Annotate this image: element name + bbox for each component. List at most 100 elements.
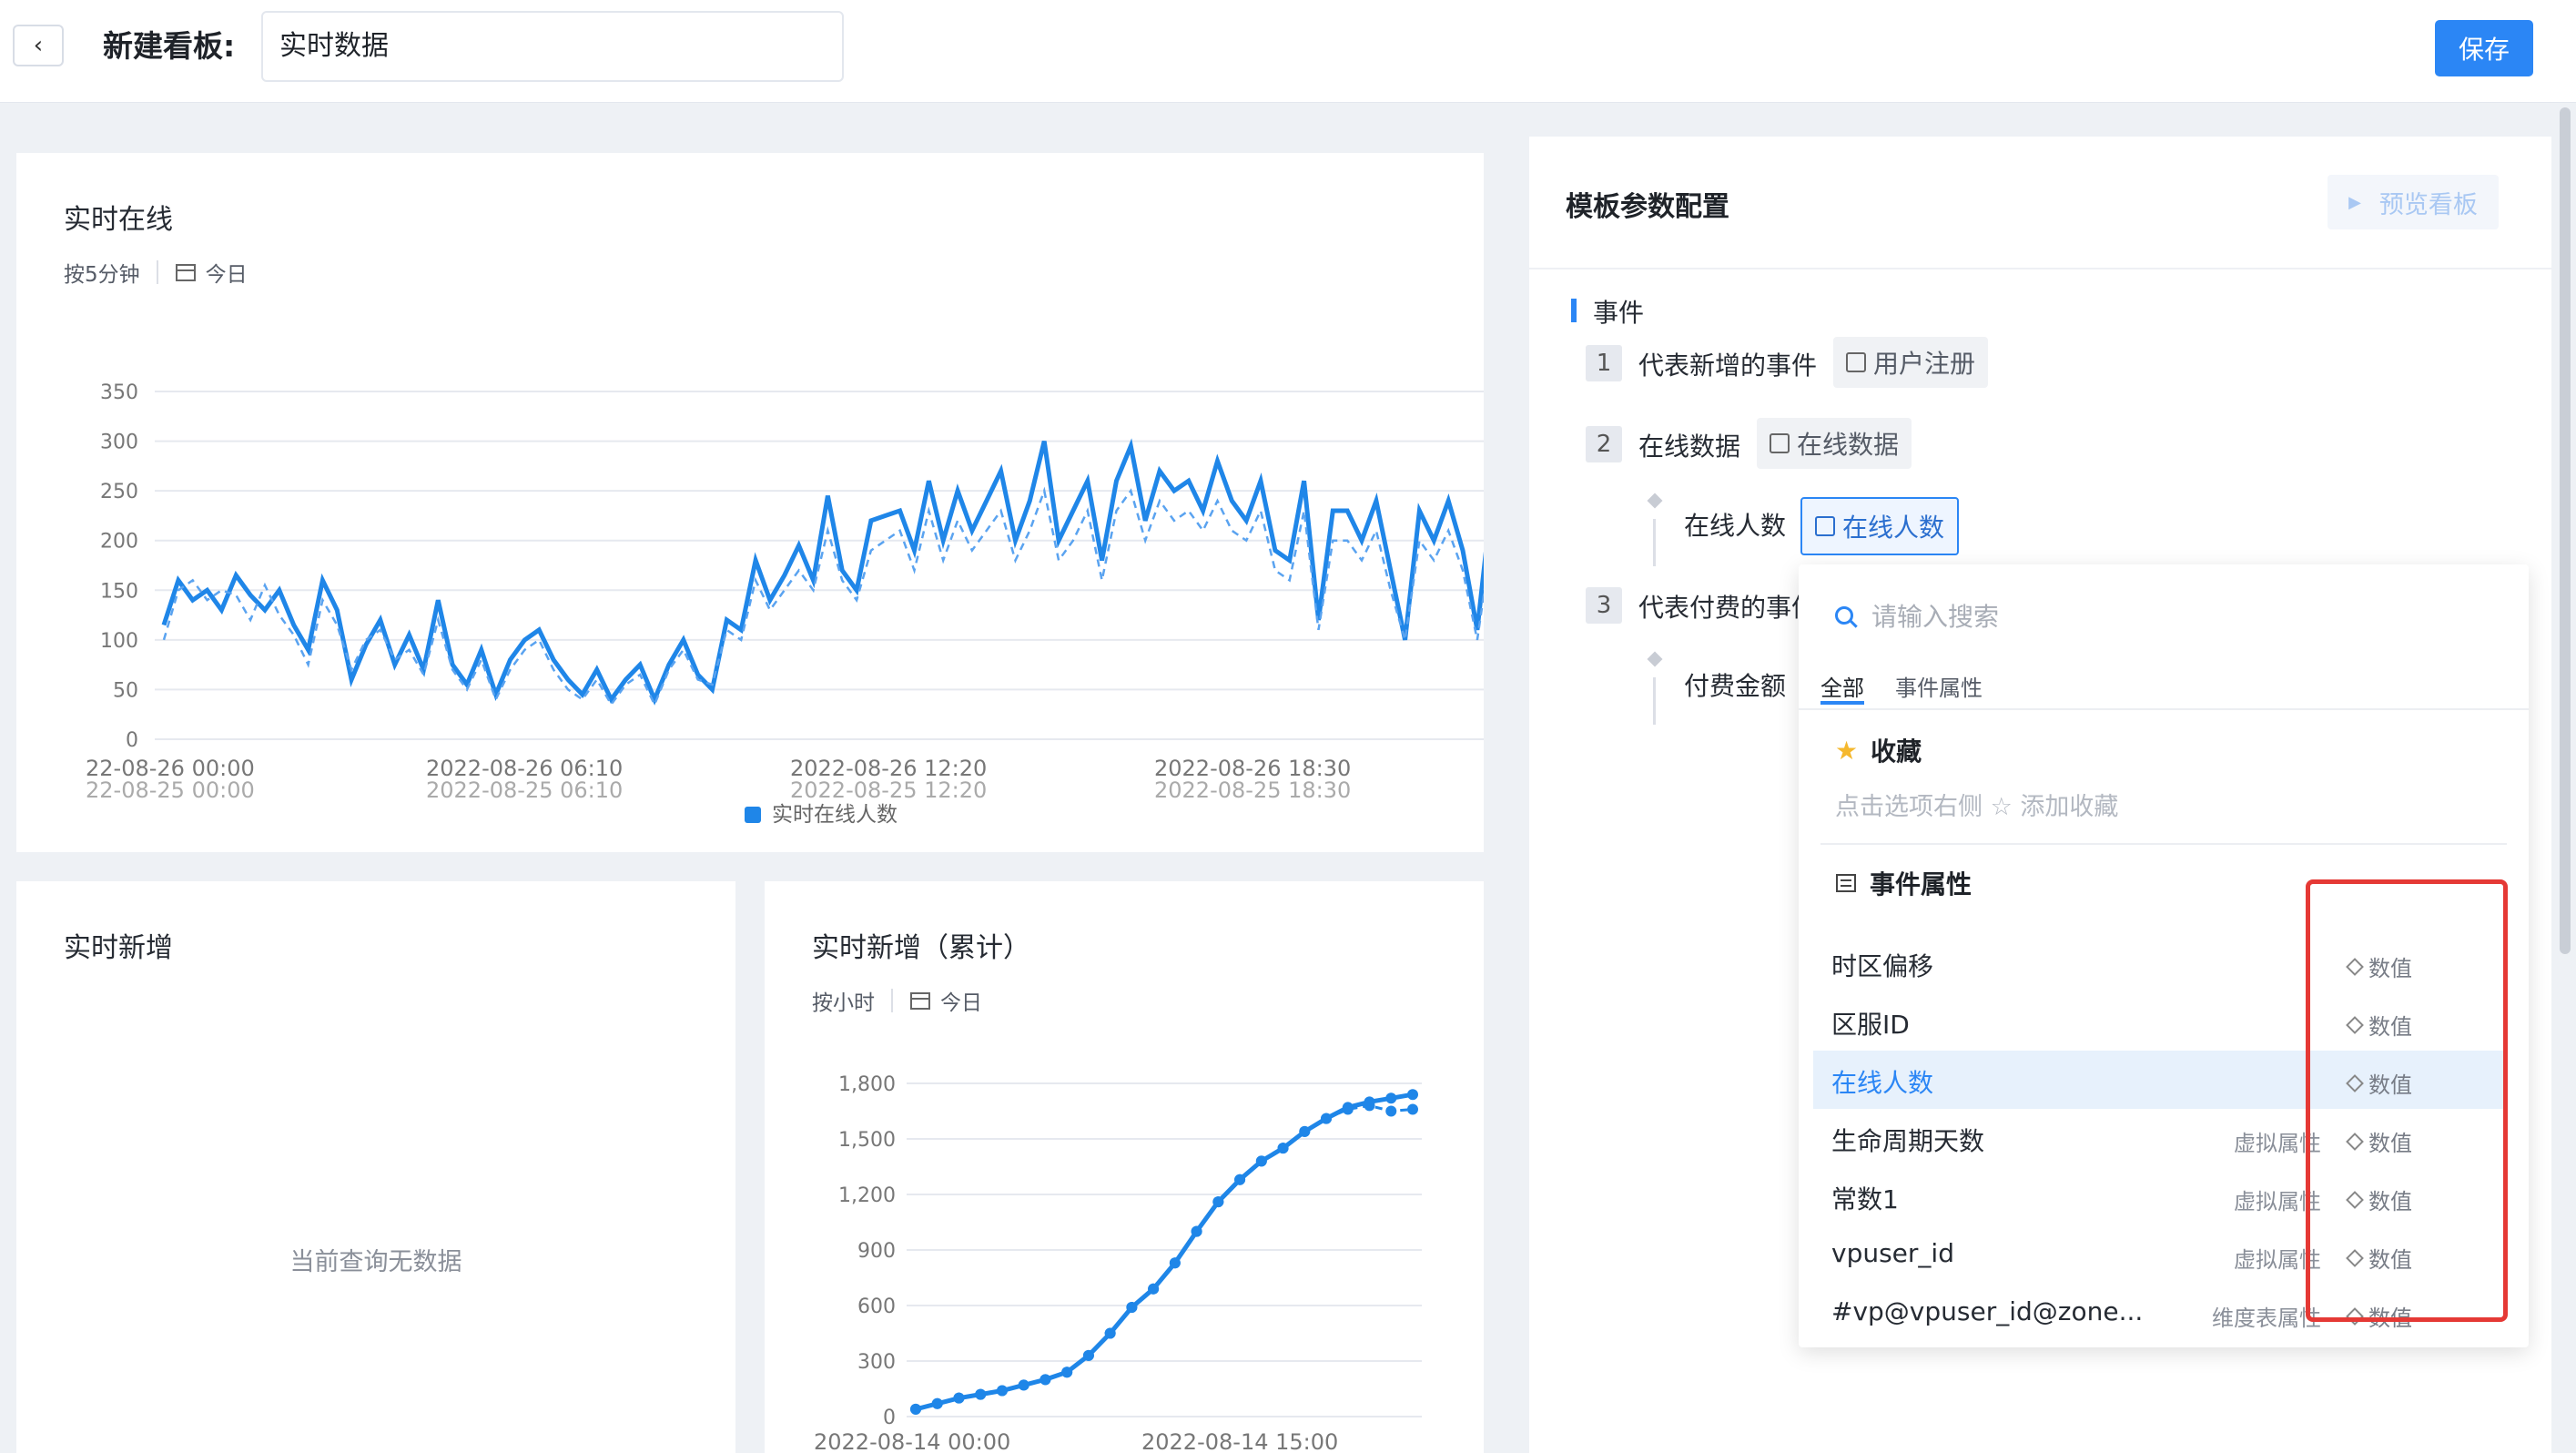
chart-card-cumulative: 实时新增（累计） 按小时 今日 1,800 1,500 1,200 900 600 300… — [765, 881, 1484, 1453]
tab-event-props[interactable]: 事件属性 — [1895, 670, 1983, 702]
x-tick-label: 2022-08-14 15:00 — [1141, 1429, 1338, 1453]
property-name: #vp@vpuser_id@zone... — [1831, 1296, 2144, 1326]
data-point — [1407, 1103, 1418, 1115]
property-tag-online-count[interactable]: 在线人数 — [1800, 497, 1960, 555]
page-scrollbar[interactable] — [2560, 107, 2571, 954]
data-point — [975, 1388, 987, 1400]
y-tick-label: 600 — [857, 1296, 896, 1318]
tree-node-icon — [1647, 651, 1663, 667]
y-tick-label: 50 — [113, 679, 138, 702]
section-title: 事件 — [1593, 298, 1645, 328]
y-tick-label: 1,800 — [838, 1073, 896, 1096]
data-point — [1234, 1174, 1246, 1185]
data-point — [1364, 1100, 1375, 1112]
property-name: vpuser_id — [1831, 1238, 1954, 1268]
divider — [1820, 843, 2507, 845]
online-line-chart: 35030025020015010050022-08-26 00:0022-08… — [86, 381, 1484, 827]
param-label: 在线人数 — [1684, 511, 1787, 541]
y-tick-label: 100 — [100, 630, 138, 653]
data-point — [1191, 1225, 1202, 1237]
y-tick-label: 150 — [100, 580, 138, 603]
tree-line — [1653, 677, 1656, 725]
x-tick-label: 2022-08-14 00:00 — [814, 1429, 1010, 1453]
tab-underline — [1820, 701, 1864, 705]
search-icon — [1835, 606, 1853, 625]
chevron-left-icon: ‹ — [33, 32, 44, 59]
divider — [1529, 268, 2551, 269]
y-tick-label: 350 — [100, 381, 138, 404]
data-point — [1212, 1196, 1224, 1208]
back-button[interactable]: ‹ — [13, 25, 64, 66]
cumulative-line-chart: 1,800 1,500 1,200 900 600 300 02022-08-14 00:0… — [814, 1073, 1422, 1453]
legend-swatch — [745, 807, 761, 823]
data-point — [1342, 1103, 1354, 1115]
highlight-annotation-box — [2306, 879, 2508, 1322]
event-tag-register[interactable]: 用户注册 — [1833, 337, 1989, 388]
property-name: 生命周期天数 — [1831, 1126, 1985, 1156]
y-tick-label: 900 — [857, 1240, 896, 1263]
board-name-label: 新建看板: — [103, 28, 236, 64]
search-input[interactable]: 请输入搜索 — [1835, 597, 1999, 634]
series-line — [161, 438, 1484, 706]
card-title: 实时新增 — [64, 932, 173, 964]
tag-label: 在线人数 — [1842, 513, 1945, 543]
y-tick-label: 300 — [100, 432, 138, 454]
divider — [1799, 708, 2529, 710]
data-point — [1040, 1374, 1051, 1386]
data-point — [1061, 1367, 1073, 1378]
chart-card-new: 实时新增 当前查询无数据 — [16, 881, 735, 1453]
y-tick-label: 0 — [126, 729, 138, 752]
data-point — [1104, 1327, 1116, 1339]
series-line — [915, 1092, 1414, 1412]
row-label: 在线数据 — [1638, 432, 1741, 462]
empty-state-text: 当前查询无数据 — [289, 1248, 462, 1276]
preview-board-button[interactable]: ▶ 预览看板 — [2328, 175, 2499, 229]
data-point — [1407, 1089, 1418, 1101]
event-props-header: 事件属性 — [1835, 865, 1972, 901]
property-name: 区服ID — [1831, 1010, 1910, 1040]
legend-label: 实时在线人数 — [772, 803, 898, 827]
property-name: 时区偏移 — [1831, 951, 1934, 981]
data-point — [1255, 1155, 1267, 1167]
tag-label: 在线数据 — [1797, 430, 1900, 460]
panel-title: 模板参数配置 — [1566, 191, 1729, 223]
data-point — [931, 1397, 943, 1409]
event-tag-online[interactable]: 在线数据 — [1757, 418, 1912, 469]
data-point — [1385, 1105, 1397, 1117]
event-icon — [1846, 352, 1866, 372]
y-tick-label: 1,200 — [838, 1184, 896, 1207]
save-button[interactable]: 保存 — [2435, 20, 2533, 76]
data-point — [1082, 1349, 1094, 1361]
tag-label: 用户注册 — [1873, 349, 1976, 379]
event-props-title: 事件属性 — [1870, 869, 1973, 899]
event-icon — [1770, 433, 1790, 453]
x-tick-label-compare: 2022-08-25 18:30 — [1154, 777, 1351, 803]
data-point — [1018, 1379, 1029, 1391]
row-number: 3 — [1586, 587, 1622, 624]
x-tick-label-compare: 2022-08-25 12:20 — [790, 777, 987, 803]
y-tick-label: 250 — [100, 481, 138, 503]
compare-series-line — [915, 1103, 1414, 1411]
data-point — [1148, 1283, 1160, 1295]
chart-card-online: 实时在线 按5分钟 今日 350 300 250 200 150 100 50 0 22-08-… — [16, 153, 1484, 852]
data-point — [1277, 1143, 1289, 1154]
tree-node-icon — [1647, 493, 1663, 509]
data-point — [953, 1392, 965, 1404]
data-point — [1299, 1125, 1311, 1137]
play-icon: ▶ — [2348, 192, 2361, 212]
data-point — [910, 1403, 921, 1415]
data-point — [1385, 1092, 1397, 1104]
row-number: 1 — [1586, 345, 1622, 381]
x-tick-label-compare: 22-08-25 00:00 — [86, 777, 255, 803]
preview-label: 预览看板 — [2378, 190, 2478, 219]
board-name-input[interactable]: 实时数据 — [261, 11, 844, 82]
data-point — [1321, 1113, 1333, 1124]
x-tick-label-compare: 2022-08-25 06:10 — [426, 777, 623, 803]
favorites-title: 收藏 — [1871, 737, 1922, 767]
param-label: 付费金额 — [1684, 671, 1787, 701]
row-number: 2 — [1586, 426, 1622, 462]
y-tick-label: 0 — [883, 1407, 896, 1429]
tab-all[interactable]: 全部 — [1820, 670, 1864, 702]
property-icon — [1815, 516, 1835, 536]
data-point — [996, 1385, 1008, 1397]
